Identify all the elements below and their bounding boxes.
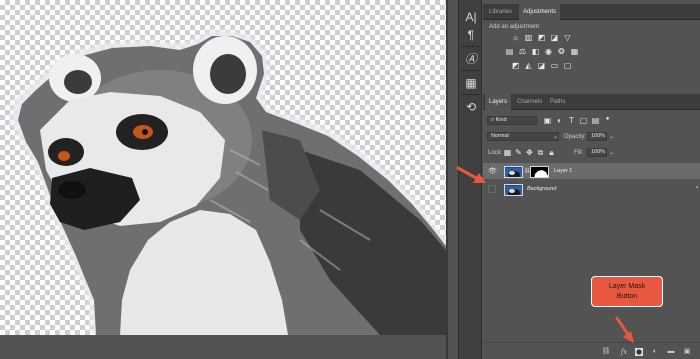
fx-icon[interactable]: fx xyxy=(619,347,629,357)
levels-icon[interactable]: ▥ xyxy=(524,34,533,42)
canvas-scroll-area xyxy=(0,335,446,359)
lock-image-icon[interactable]: ✎ xyxy=(514,149,523,157)
new-layer-icon[interactable]: ▣ xyxy=(682,347,692,357)
visibility-toggle[interactable] xyxy=(488,185,496,193)
opacity-label: Opacity: xyxy=(564,134,587,140)
filter-adjustment-icon[interactable]: ◐ xyxy=(555,117,564,125)
dock-divider xyxy=(462,70,480,71)
layers-bottom-bar: ⛓ fx ◐ ▬ ▣ xyxy=(483,342,700,359)
vibrance-icon[interactable]: ▽ xyxy=(563,34,572,42)
lock-artboard-icon[interactable]: ⧉ xyxy=(536,149,545,157)
black-white-icon[interactable]: ◧ xyxy=(531,48,540,56)
layer-thumbnail xyxy=(504,166,523,178)
color-balance-icon[interactable]: ⚖ xyxy=(518,48,527,56)
callout-line-2: Button xyxy=(616,293,638,300)
posterize-icon[interactable]: ◭ xyxy=(524,62,533,70)
tab-paths[interactable]: Paths xyxy=(546,94,569,110)
channel-mixer-icon[interactable]: ❂ xyxy=(557,48,566,56)
opacity-field[interactable]: 100% xyxy=(587,132,607,141)
tab-layers[interactable]: Layers xyxy=(485,94,512,110)
lock-position-icon[interactable]: ✥ xyxy=(525,149,534,157)
opacity-chevron-icon[interactable]: ⌄ xyxy=(609,133,614,140)
glyphs-icon[interactable]: Ⓐ xyxy=(461,50,481,68)
layer-thumbnail xyxy=(504,184,523,196)
threshold-icon[interactable]: ◪ xyxy=(537,62,546,70)
adjustments-tabbar: Libraries Adjustments xyxy=(483,4,700,20)
selective-color-icon[interactable]: ▢ xyxy=(563,62,572,70)
layer-mask-callout: Layer Mask Button xyxy=(591,276,663,307)
layers-panel: ⌕ Kind ▣ ◐ T ▢ ▤ ● Normal ⌄ Opacity: 100… xyxy=(483,110,700,342)
panel-dock: A| ¶ Ⓐ ▦ ⟲ xyxy=(458,0,482,359)
blend-mode-value: Normal xyxy=(491,133,509,139)
color-lookup-icon[interactable]: ▦ xyxy=(570,48,579,56)
fill-value: 100% xyxy=(591,149,606,155)
filter-kind-value: Kind xyxy=(495,117,507,123)
swatches-icon[interactable]: ▦ xyxy=(461,74,481,92)
search-icon: ⌕ xyxy=(491,117,495,123)
photoshop-window: A| ¶ Ⓐ ▦ ⟲ Libraries Adjustments Add an … xyxy=(0,0,700,359)
lemur-image xyxy=(10,30,446,335)
filter-smart-object-icon[interactable]: ▤ xyxy=(591,117,600,125)
brightness-icon[interactable]: ☼ xyxy=(511,34,520,42)
add-adjustment-label: Add an adjustment xyxy=(489,24,540,30)
curves-icon[interactable]: ◩ xyxy=(537,34,546,42)
history-icon[interactable]: ⟲ xyxy=(461,98,481,116)
filter-type-icon[interactable]: T xyxy=(567,117,576,125)
group-folder-icon[interactable]: ▬ xyxy=(666,347,676,357)
document-canvas[interactable] xyxy=(0,0,446,335)
layers-tabbar: Layers Channels Paths xyxy=(483,94,700,110)
hue-saturation-icon[interactable]: ▤ xyxy=(505,48,514,56)
tab-libraries[interactable]: Libraries xyxy=(485,4,516,20)
adjustments-panel: Add an adjustment ☼ ▥ ◩ ◪ ▽ ▤ ⚖ ◧ ◉ ❂ ▦ … xyxy=(483,20,700,88)
link-icon[interactable]: ⛓ xyxy=(601,347,611,357)
layer-row-layer-1[interactable]: 👁︎ ⛓ Layer 1 xyxy=(483,163,700,179)
callout-line-1: Layer Mask xyxy=(608,283,646,290)
dock-divider xyxy=(462,94,480,95)
filter-pixel-icon[interactable]: ▣ xyxy=(543,117,552,125)
opacity-value: 100% xyxy=(591,133,606,139)
tab-adjustments[interactable]: Adjustments xyxy=(519,4,561,20)
layer-name: Background xyxy=(527,186,557,192)
layer-name: Layer 1 xyxy=(554,168,573,174)
fill-chevron-icon[interactable]: ⌄ xyxy=(609,149,614,156)
fill-field[interactable]: 100% xyxy=(587,148,607,157)
invert-icon[interactable]: ◩ xyxy=(511,62,520,70)
gradient-map-icon[interactable]: ▭ xyxy=(550,62,559,70)
mask-thumbnail[interactable] xyxy=(530,166,549,178)
lock-all-icon[interactable]: 🔒︎ xyxy=(547,149,556,157)
filter-toggle-icon[interactable]: ● xyxy=(603,115,612,123)
adjustment-layer-icon[interactable]: ◐ xyxy=(650,347,660,357)
dock-divider xyxy=(462,46,480,47)
character-icon[interactable]: A| xyxy=(461,8,481,26)
tab-channels[interactable]: Channels xyxy=(513,94,546,110)
exposure-icon[interactable]: ◪ xyxy=(550,34,559,42)
eye-icon[interactable]: 👁︎ xyxy=(488,167,497,175)
blend-mode-select[interactable]: Normal xyxy=(487,132,559,141)
chevron-down-icon: ⌄ xyxy=(553,134,559,140)
lock-transparent-icon[interactable]: ▦ xyxy=(503,149,512,157)
paragraph-icon[interactable]: ¶ xyxy=(461,26,481,44)
filter-shape-icon[interactable]: ▢ xyxy=(579,117,588,125)
lock-label: Lock: xyxy=(488,150,503,156)
lock-icon: ▪ xyxy=(696,185,699,191)
layer-mask-icon[interactable] xyxy=(634,347,644,357)
layer-row-background[interactable]: Background ▪ xyxy=(483,181,700,197)
photo-filter-icon[interactable]: ◉ xyxy=(544,48,553,56)
filter-kind-select[interactable]: ⌕ Kind xyxy=(487,116,537,125)
panel-gutter xyxy=(448,0,458,359)
fill-label: Fill: xyxy=(574,150,584,156)
